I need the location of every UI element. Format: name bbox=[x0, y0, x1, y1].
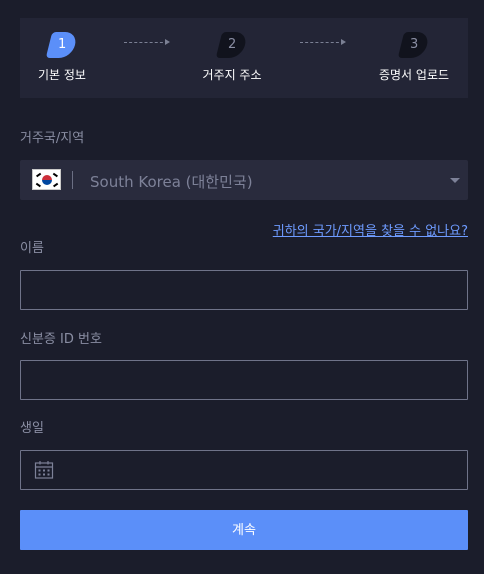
step-3-badge: 3 bbox=[397, 32, 431, 58]
name-label: 이름 bbox=[20, 241, 44, 256]
step-document-upload: 3 증명서 업로드 bbox=[364, 32, 464, 83]
select-divider bbox=[72, 171, 73, 189]
step-2-label: 거주지 주소 bbox=[202, 68, 262, 82]
step-3-label: 증명서 업로드 bbox=[378, 68, 450, 82]
country-select[interactable]: South Korea (대한민국) bbox=[20, 160, 468, 200]
south-korea-flag-icon bbox=[32, 169, 61, 190]
step-arrow-icon bbox=[124, 39, 170, 45]
continue-button[interactable]: 계속 bbox=[20, 510, 468, 550]
step-1-badge: 1 bbox=[45, 32, 79, 58]
step-2-badge: 2 bbox=[215, 32, 249, 58]
step-arrow-icon bbox=[300, 39, 346, 45]
country-value: South Korea (대한민국) bbox=[90, 173, 253, 191]
country-label: 거주국/지역 bbox=[20, 131, 85, 146]
step-residential-address: 2 거주지 주소 bbox=[182, 32, 282, 83]
step-1-label: 기본 정보 bbox=[38, 68, 86, 82]
id-number-label: 신분증 ID 번호 bbox=[20, 332, 102, 347]
country-not-found-link[interactable]: 귀하의 국가/지역을 찾을 수 없나요? bbox=[273, 220, 468, 239]
birthday-label: 생일 bbox=[20, 421, 44, 436]
calendar-icon[interactable] bbox=[34, 460, 54, 480]
birthday-input[interactable] bbox=[20, 450, 468, 490]
progress-stepper: 1 기본 정보 2 거주지 주소 3 증명서 업로드 bbox=[20, 18, 468, 98]
id-number-input[interactable] bbox=[20, 360, 468, 400]
name-input[interactable] bbox=[20, 270, 468, 310]
step-basic-info: 1 기본 정보 bbox=[12, 32, 112, 83]
chevron-down-icon bbox=[450, 178, 460, 183]
